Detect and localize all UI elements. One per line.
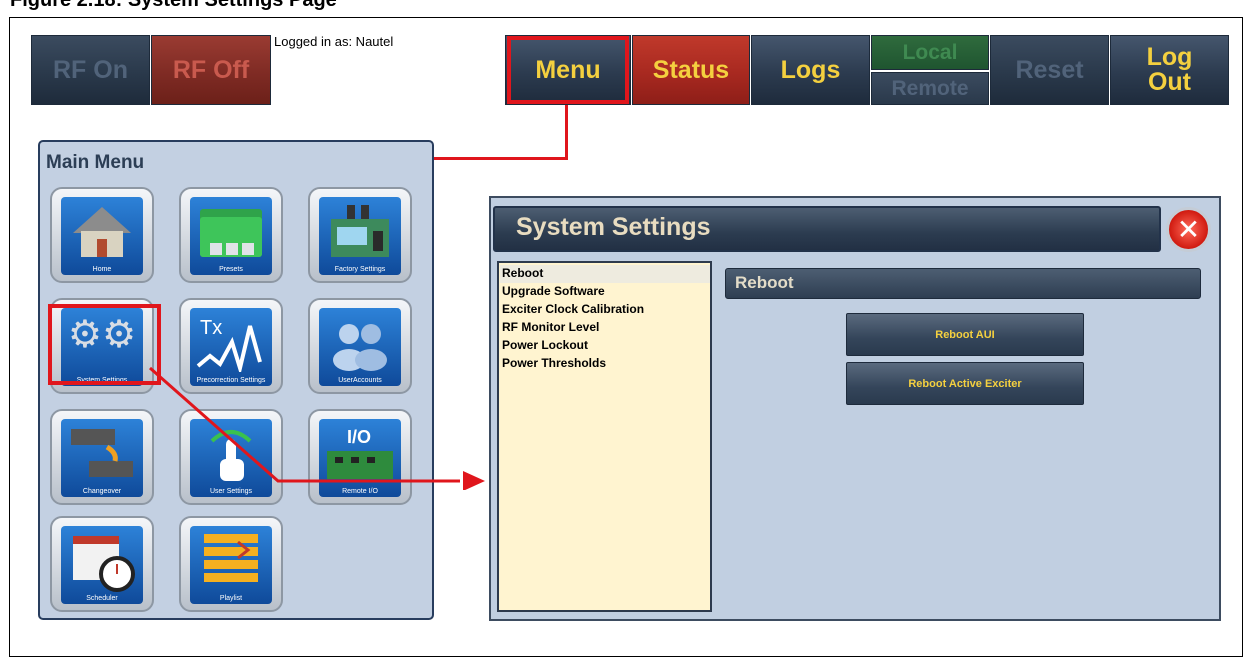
reboot-aui-button[interactable]: Reboot AUI xyxy=(846,313,1084,356)
folder-icon xyxy=(200,209,262,257)
remote-button[interactable]: Remote xyxy=(871,72,989,105)
list-item-reboot[interactable]: Reboot xyxy=(502,266,543,280)
tile-home[interactable]: Home xyxy=(50,187,154,283)
arrow-line-vertical xyxy=(565,105,568,159)
rf-off-button[interactable]: RF Off xyxy=(151,35,271,105)
reboot-active-exciter-button[interactable]: Reboot Active Exciter xyxy=(846,362,1084,405)
logout-button[interactable]: Log Out xyxy=(1110,35,1229,105)
tile-factory-settings[interactable]: Factory Settings xyxy=(308,187,412,283)
list-item-power-lockout[interactable]: Power Lockout xyxy=(502,338,588,352)
reset-button[interactable]: Reset xyxy=(990,35,1109,105)
login-text: Logged in as: Nautel xyxy=(274,34,394,49)
changeover-icon xyxy=(71,429,133,477)
tile-presets[interactable]: Presets xyxy=(179,187,283,283)
tile-label-factory: Factory Settings xyxy=(334,266,386,273)
close-button[interactable]: ✕ xyxy=(1166,207,1211,252)
logout-label-line2: Out xyxy=(1147,68,1192,96)
menu-highlight-box xyxy=(507,36,629,104)
playlist-icon xyxy=(204,534,258,582)
tile-scheduler[interactable]: Scheduler xyxy=(50,516,154,612)
list-item-rf-monitor[interactable]: RF Monitor Level xyxy=(502,320,599,334)
close-icon: ✕ xyxy=(1176,214,1201,245)
logout-label-line1: Log xyxy=(1146,43,1193,71)
tile-label-home: Home xyxy=(92,266,112,273)
list-item-power-thresholds[interactable]: Power Thresholds xyxy=(502,356,606,370)
figure-caption: Figure 2.18: System Settings Page xyxy=(10,0,337,11)
calendar-clock-icon xyxy=(73,536,135,592)
status-button[interactable]: Status xyxy=(632,35,750,105)
window-gap xyxy=(434,186,490,198)
arrow-to-system-settings xyxy=(149,366,485,490)
list-item-upgrade-software[interactable]: Upgrade Software xyxy=(502,284,605,298)
system-settings-title: System Settings xyxy=(516,213,711,241)
tile-label-presets: Presets xyxy=(219,266,243,273)
tile-label-playlist: Playlist xyxy=(219,595,243,602)
local-button[interactable]: Local xyxy=(871,35,989,70)
settings-list: Reboot Upgrade Software Exciter Clock Ca… xyxy=(497,261,712,612)
factory-icon xyxy=(331,205,389,257)
tile-label-changeover: Changeover xyxy=(82,488,122,495)
tile-changeover[interactable]: Changeover xyxy=(50,409,154,505)
logs-button[interactable]: Logs xyxy=(751,35,870,105)
login-status: Logged in as: Nautel xyxy=(271,33,504,105)
svg-text:Tx: Tx xyxy=(200,317,222,339)
main-menu-title: Main Menu xyxy=(46,152,145,173)
home-icon xyxy=(73,207,131,257)
list-item-exciter-clock[interactable]: Exciter Clock Calibration xyxy=(502,302,644,316)
tile-label-scheduler: Scheduler xyxy=(86,595,118,602)
section-header xyxy=(725,268,1201,299)
section-title: Reboot xyxy=(735,273,794,292)
tile-playlist[interactable]: Playlist xyxy=(179,516,283,612)
rf-on-button[interactable]: RF On xyxy=(31,35,150,105)
